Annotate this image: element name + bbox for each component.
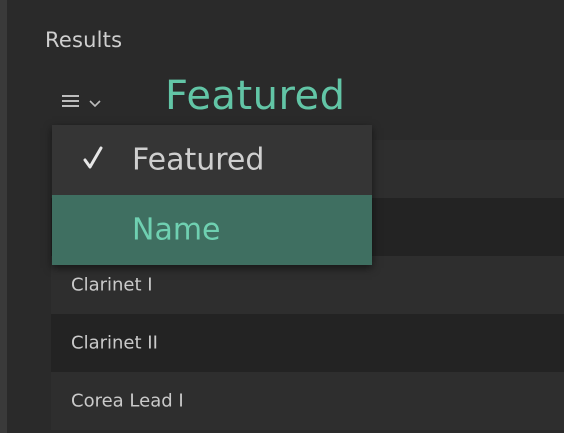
menu-item-label: Featured xyxy=(132,142,265,178)
chevron-down-icon[interactable] xyxy=(88,93,102,108)
table-row[interactable]: Clarinet II xyxy=(51,314,564,372)
menu-item-label: Name xyxy=(132,212,221,248)
list-item-label: Clarinet II xyxy=(71,332,158,354)
menu-item-featured[interactable]: Featured xyxy=(52,125,372,195)
sort-dropdown-menu: Featured Name xyxy=(52,125,372,265)
table-row[interactable]: Corea Lead I xyxy=(51,372,564,430)
results-panel: Results Featured Clarinet I Clarinet II … xyxy=(7,0,564,433)
list-item-label: Clarinet I xyxy=(71,274,153,296)
checkmark-icon xyxy=(82,145,104,171)
results-panel-window: Results Featured Clarinet I Clarinet II … xyxy=(0,0,564,433)
list-item-label: Corea Lead I xyxy=(71,390,184,412)
menu-item-name[interactable]: Name xyxy=(52,195,372,265)
panel-edge xyxy=(0,0,7,433)
results-heading: Results xyxy=(45,28,123,52)
sort-selector[interactable]: Featured xyxy=(165,73,346,119)
hamburger-menu-icon[interactable] xyxy=(62,95,79,107)
